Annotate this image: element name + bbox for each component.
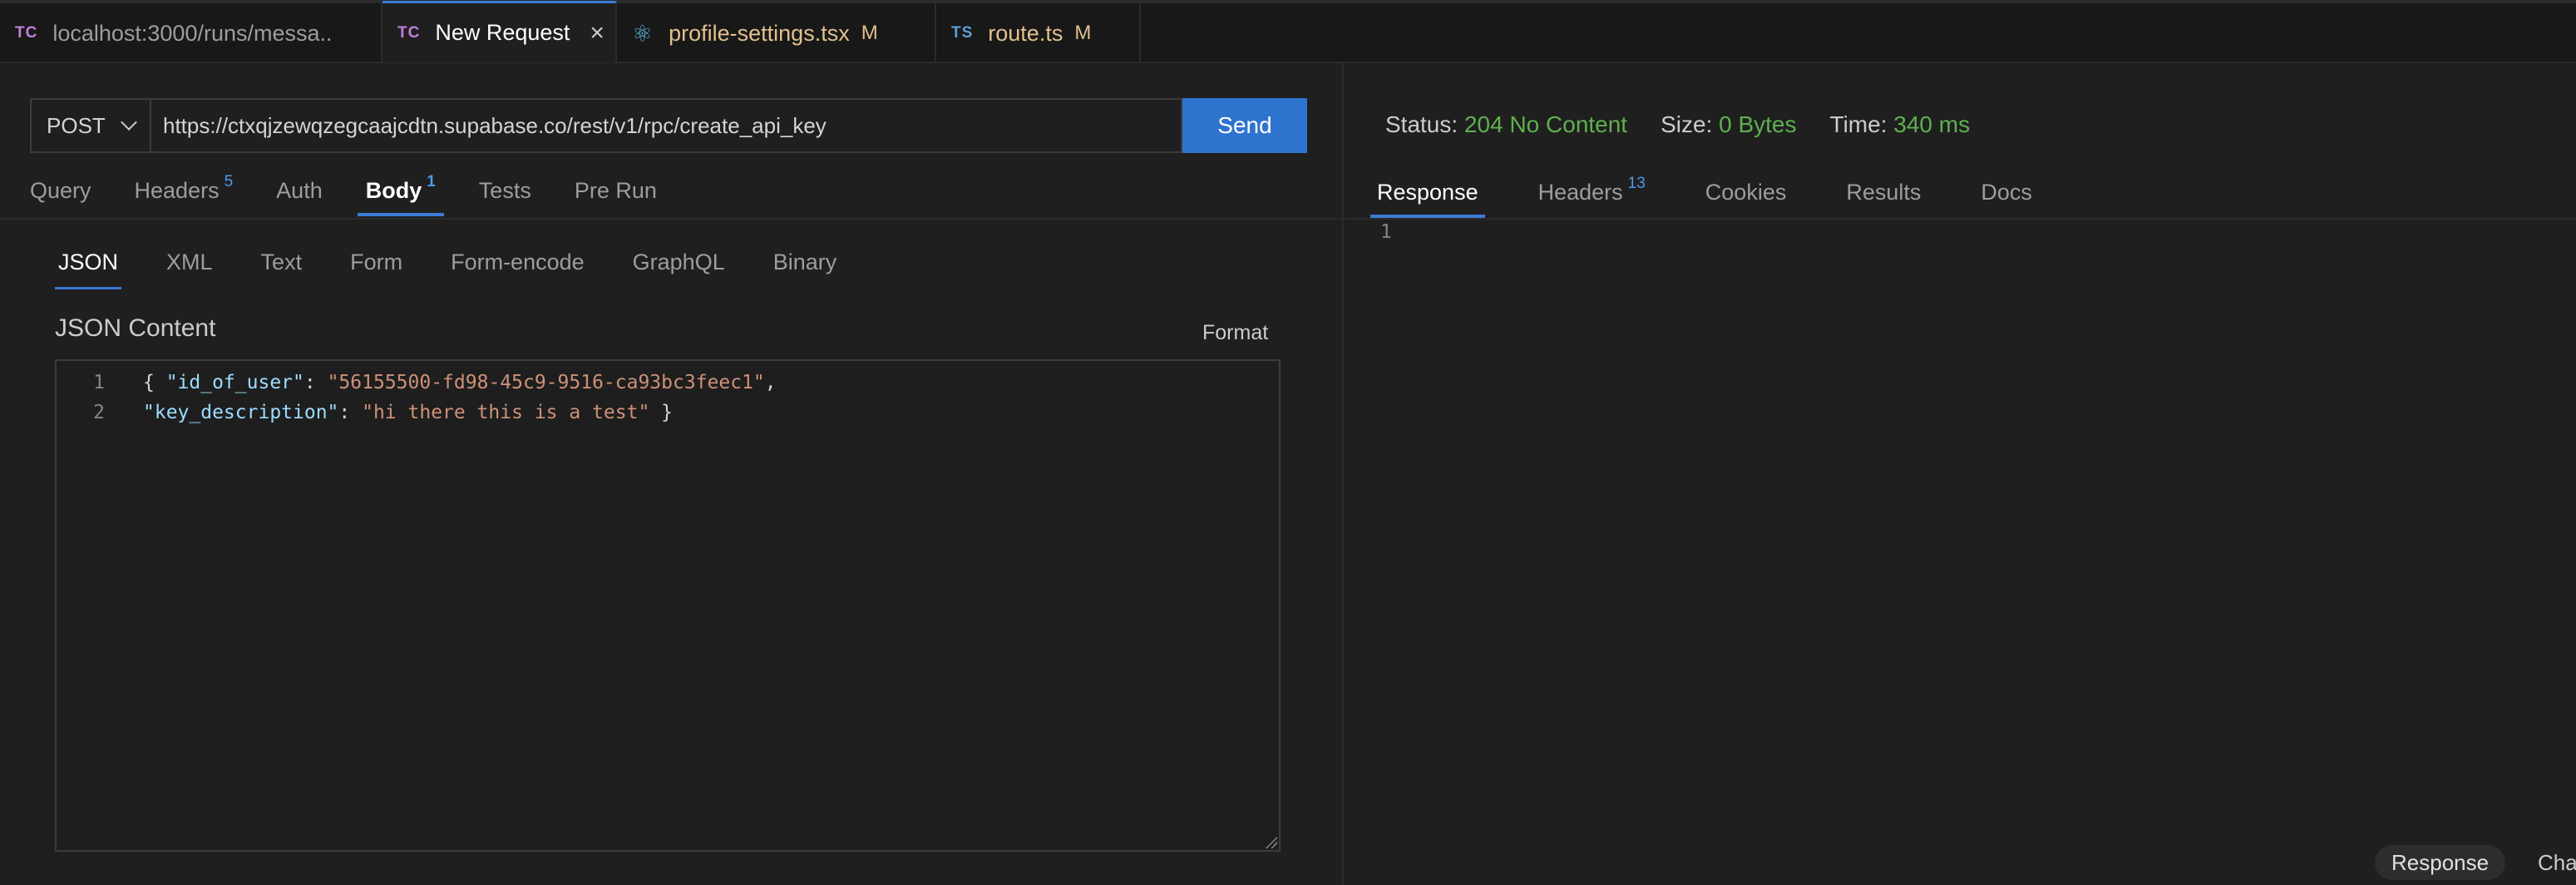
- body-tab-form-encode[interactable]: Form-encode: [451, 250, 585, 289]
- status-label: Status:: [1385, 111, 1458, 137]
- tab-label: Query: [30, 178, 91, 203]
- tab-pre-run[interactable]: Pre Run: [575, 170, 657, 216]
- method-select[interactable]: POST: [30, 98, 150, 153]
- tab-auth[interactable]: Auth: [276, 170, 323, 216]
- tab-cookies[interactable]: Cookies: [1705, 171, 1787, 218]
- tab-label: Headers: [134, 178, 220, 203]
- tab-headers[interactable]: Headers 5: [135, 170, 234, 216]
- response-panel: Status: 204 No Content Size: 0 Bytes Tim…: [1344, 63, 2576, 885]
- editor-tab-bar: TC localhost:3000/runs/messa.. TC New Re…: [0, 0, 2576, 63]
- chevron-down-icon: [121, 114, 137, 131]
- tab-query[interactable]: Query: [30, 170, 91, 216]
- tab-label: Tests: [478, 178, 531, 203]
- tab-localhost-runs[interactable]: TC localhost:3000/runs/messa..: [0, 3, 382, 63]
- tab-label: Response: [1377, 180, 1478, 205]
- tab-label: Body: [365, 178, 422, 203]
- method-value: POST: [47, 112, 106, 138]
- tab-label: route.ts: [988, 20, 1063, 46]
- tab-label: localhost:3000/runs/messa..: [52, 20, 333, 46]
- body-count-badge: 1: [427, 173, 436, 190]
- modified-indicator: M: [861, 22, 878, 44]
- tab-results[interactable]: Results: [1846, 171, 1921, 218]
- divider: [1344, 218, 2576, 220]
- body-tab-form[interactable]: Form: [350, 250, 402, 289]
- modified-indicator: M: [1074, 22, 1092, 44]
- tab-route-ts[interactable]: TS route.ts M: [936, 3, 1141, 63]
- tab-label: Cookies: [1705, 180, 1787, 205]
- time-label: Time:: [1829, 111, 1888, 137]
- response-view-chip[interactable]: Response: [2375, 845, 2506, 880]
- code-text: "key_description": "hi there this is a t…: [143, 402, 673, 423]
- size-value: 0 Bytes: [1719, 111, 1797, 137]
- body-type-tabs: JSON XML Text Form Form-encode GraphQL B…: [54, 250, 885, 293]
- chart-view-chip[interactable]: Cha: [2538, 847, 2576, 878]
- code-text: { "id_of_user": "56155500-fd98-45c9-9516…: [143, 372, 777, 393]
- divider: [0, 218, 1342, 220]
- code-line: 2 "key_description": "hi there this is a…: [57, 398, 673, 428]
- headers-count-badge: 5: [224, 173, 234, 190]
- tab-label: Results: [1846, 180, 1922, 205]
- request-url-bar: POST Send: [30, 98, 1307, 153]
- resize-handle-icon[interactable]: [1264, 835, 1277, 848]
- time-group: Time: 340 ms: [1830, 111, 1971, 138]
- body-tab-json[interactable]: JSON: [54, 250, 122, 289]
- time-value: 340 ms: [1893, 111, 1971, 137]
- request-tabs: Query Headers 5 Auth Body 1 Tests Pre Ru…: [30, 170, 700, 220]
- react-icon: ⚛: [632, 20, 654, 47]
- tab-label: Headers: [1537, 180, 1623, 205]
- tab-label: New Request: [435, 20, 570, 45]
- body-tab-graphql[interactable]: GraphQL: [633, 250, 725, 289]
- thunder-client-icon: TC: [15, 24, 38, 42]
- json-content-label: JSON Content: [55, 314, 216, 342]
- tab-docs[interactable]: Docs: [1981, 171, 2032, 218]
- close-icon[interactable]: ×: [590, 19, 605, 47]
- request-panel: POST Send Query Headers 5 Auth Body 1 Te…: [0, 63, 1342, 885]
- response-tabs: Response Headers 13 Cookies Results Docs: [1370, 171, 2092, 218]
- tab-label: Docs: [1981, 180, 2032, 205]
- tab-label: Auth: [276, 178, 323, 203]
- tab-body[interactable]: Body 1: [357, 170, 444, 216]
- format-button[interactable]: Format: [1202, 321, 1268, 345]
- send-button[interactable]: Send: [1182, 98, 1307, 153]
- body-tab-text[interactable]: Text: [261, 250, 303, 289]
- status-group: Status: 204 No Content: [1385, 111, 1627, 138]
- typescript-icon: TS: [951, 24, 974, 42]
- line-number: 2: [93, 402, 105, 423]
- size-group: Size: 0 Bytes: [1661, 111, 1796, 138]
- status-value: 204 No Content: [1463, 111, 1628, 137]
- json-editor[interactable]: 1 { "id_of_user": "56155500-fd98-45c9-95…: [55, 359, 1281, 852]
- tab-response-headers[interactable]: Headers 13: [1538, 171, 1646, 218]
- body-tab-xml[interactable]: XML: [166, 250, 213, 289]
- size-label: Size:: [1661, 111, 1713, 137]
- line-number: 1: [93, 372, 105, 393]
- tab-label: profile-settings.tsx: [669, 20, 850, 46]
- tab-new-request[interactable]: TC New Request ×: [382, 1, 617, 62]
- body-tab-binary[interactable]: Binary: [773, 250, 837, 289]
- tab-profile-settings[interactable]: ⚛ profile-settings.tsx M: [617, 3, 936, 63]
- tab-tests[interactable]: Tests: [479, 170, 531, 216]
- headers-count-badge: 13: [1627, 175, 1646, 192]
- url-input[interactable]: [150, 98, 1182, 153]
- thunder-client-icon: TC: [397, 23, 421, 42]
- tab-response[interactable]: Response: [1370, 171, 1485, 218]
- tab-label: Pre Run: [574, 178, 657, 203]
- response-line-number: 1: [1380, 221, 1392, 243]
- response-status-bar: Status: 204 No Content Size: 0 Bytes Tim…: [1385, 111, 1970, 138]
- code-line: 1 { "id_of_user": "56155500-fd98-45c9-95…: [57, 368, 777, 398]
